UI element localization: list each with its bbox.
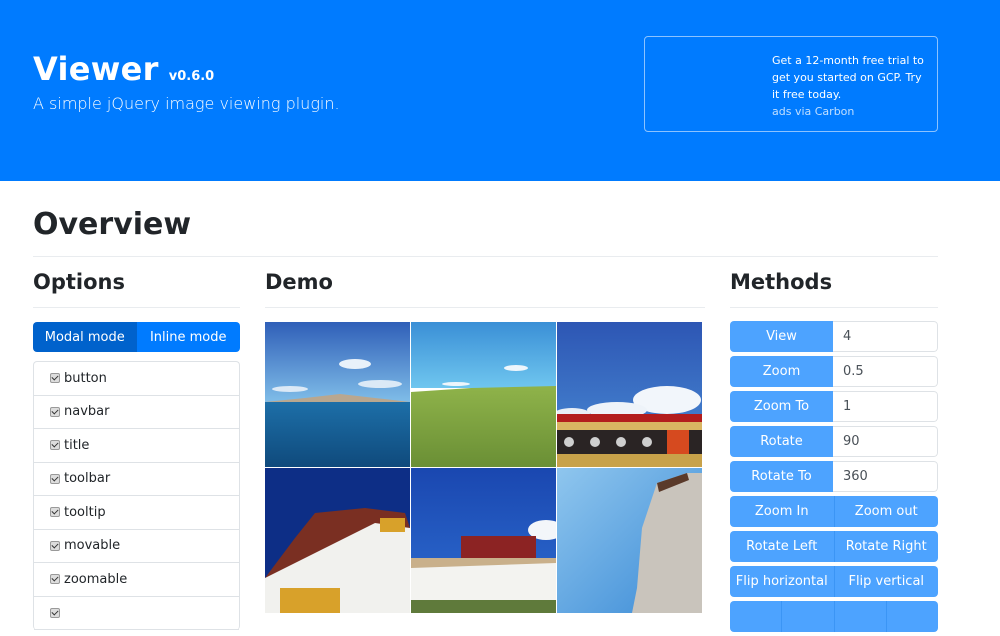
more-button-4[interactable] xyxy=(885,601,938,632)
option-tooltip[interactable]: tooltip xyxy=(34,496,239,530)
checkbox-checked-icon[interactable] xyxy=(50,507,60,518)
methods-panel: View 4 Zoom 0.5 Zoom To 1 Rotate 90 Rota… xyxy=(730,321,938,636)
zoom-in-button[interactable]: Zoom In xyxy=(730,496,834,527)
modal-mode-button[interactable]: Modal mode xyxy=(33,322,137,352)
zoom-out-button[interactable]: Zoom out xyxy=(833,496,938,527)
gallery-image-potala-2[interactable] xyxy=(411,468,556,613)
zoom-to-input[interactable]: 1 xyxy=(833,391,938,422)
more-button-1[interactable] xyxy=(730,601,782,632)
method-zoom-to: Zoom To 1 xyxy=(730,391,938,422)
option-zoomable[interactable]: zoomable xyxy=(34,563,239,597)
option-label: button xyxy=(64,370,107,386)
checkbox-checked-icon[interactable] xyxy=(50,473,60,484)
zoom-to-button[interactable]: Zoom To xyxy=(730,391,833,422)
methods-divider xyxy=(730,307,938,308)
image-gallery xyxy=(265,322,703,613)
zoom-button[interactable]: Zoom xyxy=(730,356,833,387)
rotate-to-button[interactable]: Rotate To xyxy=(730,461,833,492)
method-rotate: Rotate 90 xyxy=(730,426,938,457)
gallery-image-potala-1[interactable] xyxy=(265,468,410,613)
app-title: Viewer xyxy=(33,50,159,88)
checkbox-checked-icon[interactable] xyxy=(50,540,60,551)
carbon-ad[interactable]: Get a 12-month free trial to get you sta… xyxy=(644,36,938,132)
zoom-button-group: Zoom In Zoom out xyxy=(730,496,938,527)
option-label: title xyxy=(64,437,90,453)
gallery-image-lake[interactable] xyxy=(265,322,410,467)
options-list: button navbar title toolbar tooltip mova… xyxy=(33,361,240,630)
option-label: tooltip xyxy=(64,504,106,520)
method-zoom: Zoom 0.5 xyxy=(730,356,938,387)
ad-image[interactable] xyxy=(645,37,769,131)
options-divider xyxy=(33,307,240,308)
ad-via-link[interactable]: ads via Carbon xyxy=(772,103,854,120)
methods-heading: Methods xyxy=(730,270,833,294)
flip-button-group: Flip horizontal Flip vertical xyxy=(730,566,938,597)
method-view: View 4 xyxy=(730,321,938,352)
checkbox-checked-icon[interactable] xyxy=(50,574,60,585)
rotate-to-input[interactable]: 360 xyxy=(833,461,938,492)
option-label: zoomable xyxy=(64,571,128,587)
zoom-input[interactable]: 0.5 xyxy=(833,356,938,387)
demo-heading: Demo xyxy=(265,270,333,294)
rotate-input[interactable]: 90 xyxy=(833,426,938,457)
rotate-button-group: Rotate Left Rotate Right xyxy=(730,531,938,562)
checkbox-checked-icon[interactable] xyxy=(50,440,60,451)
option-label: toolbar xyxy=(64,471,111,487)
page-title: Overview xyxy=(33,207,192,242)
option-movable[interactable]: movable xyxy=(34,530,239,563)
inline-mode-button[interactable]: Inline mode xyxy=(136,322,240,352)
title-divider xyxy=(33,256,938,257)
more-button-3[interactable] xyxy=(833,601,886,632)
tagline: A simple jQuery image viewing plugin. xyxy=(33,94,340,113)
gallery-image-temple[interactable] xyxy=(557,322,702,467)
more-button-group xyxy=(730,601,938,632)
header-banner: Viewer v0.6.0 A simple jQuery image view… xyxy=(0,0,1000,181)
option-title[interactable]: title xyxy=(34,429,239,463)
ad-text[interactable]: Get a 12-month free trial to get you sta… xyxy=(772,52,932,103)
option-button[interactable]: button xyxy=(34,362,239,396)
rotate-left-button[interactable]: Rotate Left xyxy=(730,531,834,562)
gallery-image-palace-wall[interactable] xyxy=(557,468,702,613)
rotate-button[interactable]: Rotate xyxy=(730,426,833,457)
option-label: navbar xyxy=(64,404,110,420)
checkbox-checked-icon[interactable] xyxy=(50,406,60,417)
more-button-2[interactable] xyxy=(781,601,834,632)
version-label: v0.6.0 xyxy=(168,69,215,84)
gallery-image-grassland[interactable] xyxy=(411,322,556,467)
brand: Viewer v0.6.0 xyxy=(33,50,214,88)
mode-toggle-group: Modal mode Inline mode xyxy=(33,322,240,352)
option-navbar[interactable]: navbar xyxy=(34,396,239,429)
rotate-right-button[interactable]: Rotate Right xyxy=(833,531,938,562)
flip-horizontal-button[interactable]: Flip horizontal xyxy=(730,566,834,597)
option-label: movable xyxy=(64,538,121,554)
flip-vertical-button[interactable]: Flip vertical xyxy=(833,566,938,597)
view-button[interactable]: View xyxy=(730,321,833,352)
checkbox-checked-icon[interactable] xyxy=(50,373,60,384)
options-heading: Options xyxy=(33,270,125,294)
demo-divider xyxy=(265,307,705,308)
option-partial[interactable] xyxy=(34,597,239,630)
option-toolbar[interactable]: toolbar xyxy=(34,463,239,496)
checkbox-checked-icon[interactable] xyxy=(50,607,60,618)
view-input[interactable]: 4 xyxy=(833,321,938,352)
method-rotate-to: Rotate To 360 xyxy=(730,461,938,492)
